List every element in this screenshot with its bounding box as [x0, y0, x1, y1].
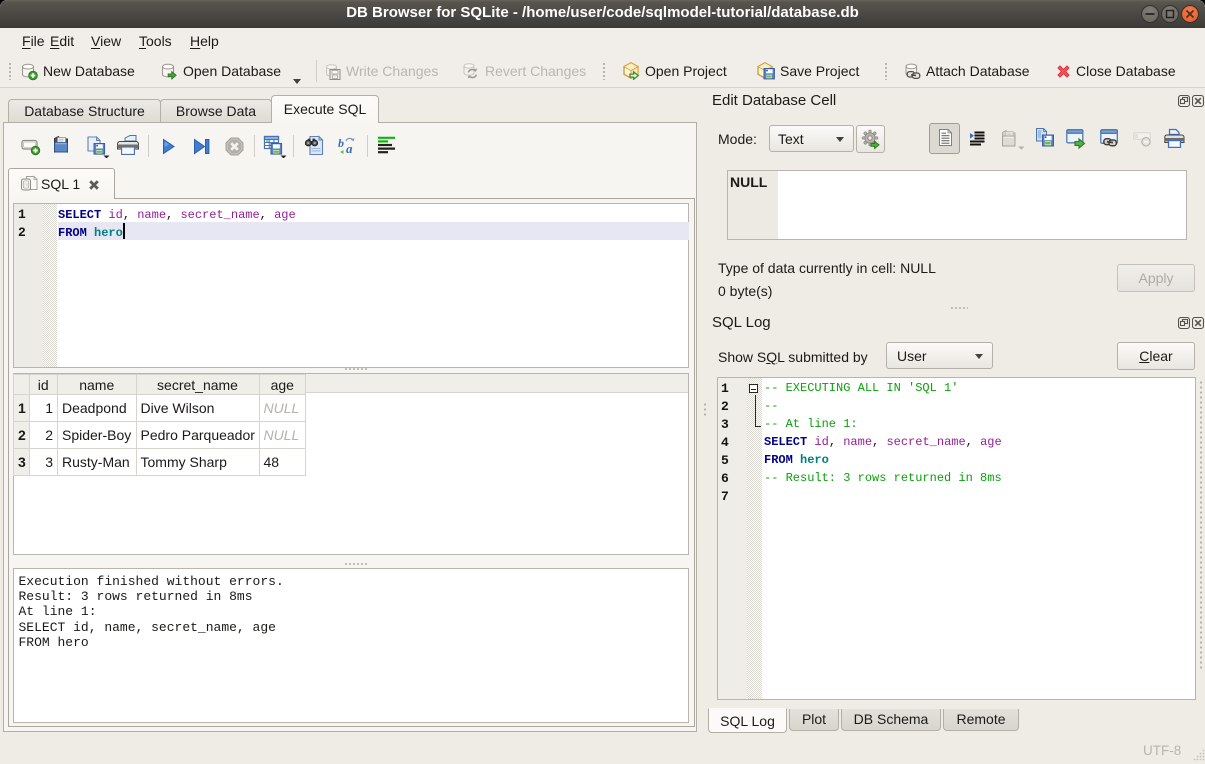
svg-text:b: b: [338, 136, 344, 150]
svg-text:a: a: [346, 141, 353, 156]
